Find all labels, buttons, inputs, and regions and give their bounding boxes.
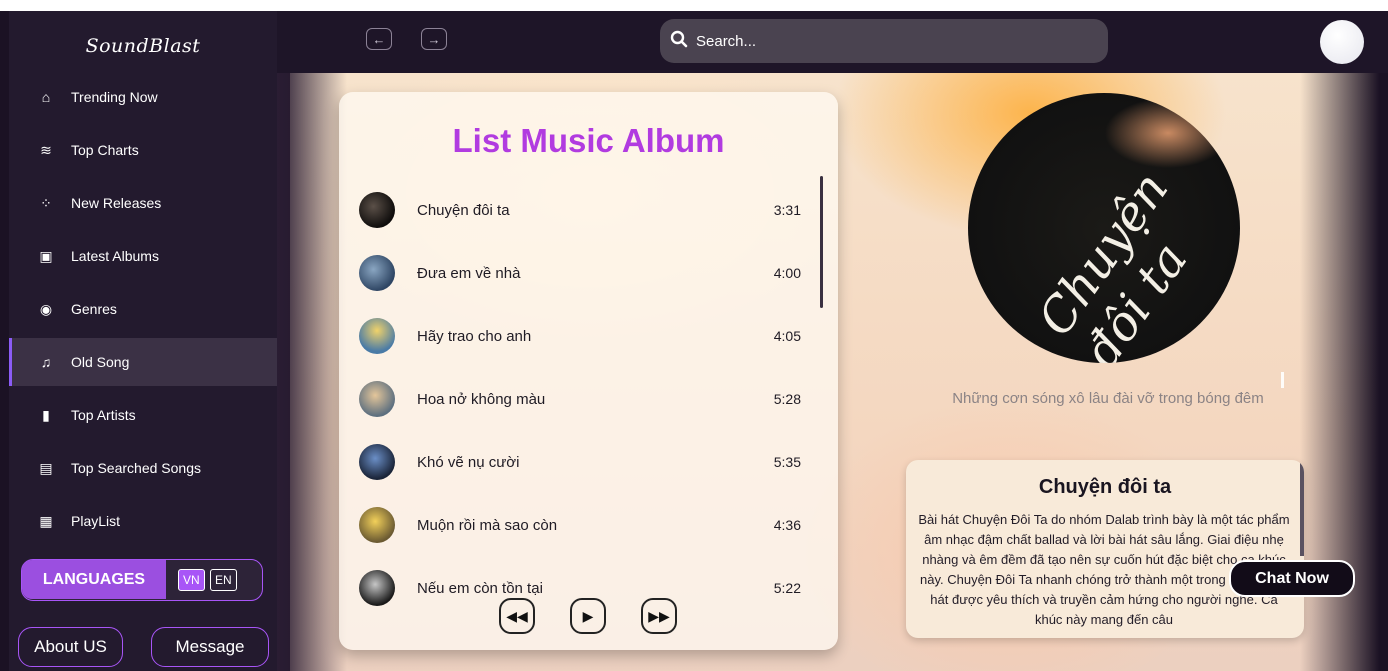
film-icon: ▦	[39, 512, 53, 529]
album-title: List Music Album	[452, 122, 725, 159]
song-thumbnail	[359, 318, 395, 354]
avatar[interactable]	[1320, 20, 1364, 64]
play-icon[interactable]: ▶	[570, 598, 606, 634]
chat-now-button[interactable]: Chat Now	[1229, 560, 1355, 597]
language-switcher: LANGUAGES VN EN	[21, 559, 263, 601]
sidebar-item-label: New Releases	[71, 195, 162, 211]
song-title: Hãy trao cho anh	[417, 327, 532, 345]
sidebar-item-trending-now[interactable]: ⌂ Trending Now	[9, 73, 277, 121]
app-logo[interactable]: SoundBlast	[9, 35, 277, 57]
sidebar-item-label: Trending Now	[71, 89, 158, 105]
album-list-card: List Music Album Chuyện đôi ta 3:31 Đưa …	[339, 92, 838, 650]
list-item[interactable]: Chuyện đôi ta 3:31	[339, 190, 809, 230]
list-item[interactable]: Đưa em về nhà 4:00	[339, 253, 809, 293]
scrollbar[interactable]	[1281, 372, 1284, 388]
song-title: Khó vẽ nụ cười	[417, 453, 520, 471]
keyboard-icon: ▤	[39, 459, 53, 476]
song-duration: 5:28	[773, 391, 801, 407]
song-duration: 4:00	[773, 265, 801, 281]
song-duration: 5:35	[773, 454, 801, 470]
song-title: Hoa nở không màu	[417, 390, 546, 408]
sidebar-item-label: Old Song	[71, 354, 130, 370]
song-duration: 3:31	[773, 202, 801, 218]
sidebar-item-label: Top Charts	[71, 142, 139, 158]
sidebar-item-label: Genres	[71, 301, 117, 317]
sidebar: SoundBlast ⌂ Trending Now ≋ Top Charts ⁘…	[9, 11, 277, 671]
sidebar-item-top-searched-songs[interactable]: ▤ Top Searched Songs	[9, 444, 277, 492]
sidebar-item-latest-albums[interactable]: ▣ Latest Albums	[9, 232, 277, 280]
song-thumbnail	[359, 507, 395, 543]
sidebar-item-genres[interactable]: ◉ Genres	[9, 285, 277, 333]
backdrop-fade	[277, 73, 347, 671]
sidebar-item-playlist[interactable]: ▦ PlayList	[9, 497, 277, 545]
sidebar-item-old-song[interactable]: ♫ Old Song	[9, 338, 277, 386]
record-icon: ◉	[39, 300, 53, 317]
previous-icon[interactable]: ◀◀	[499, 598, 535, 634]
top-strip	[0, 0, 1388, 11]
forward-arrow-icon[interactable]: →	[421, 28, 447, 50]
album-cover-disc: Chuyện đôi ta	[968, 93, 1240, 363]
song-thumbnail	[359, 381, 395, 417]
list-item[interactable]: Hoa nở không màu 5:28	[339, 379, 809, 419]
list-item[interactable]: Khó vẽ nụ cười 5:35	[339, 442, 809, 482]
song-thumbnail	[359, 444, 395, 480]
next-icon[interactable]: ▶▶	[641, 598, 677, 634]
song-info-title: Chuyện đôi ta	[1038, 476, 1172, 498]
sliders-icon: ≋	[40, 141, 52, 158]
song-duration: 4:36	[773, 517, 801, 533]
back-arrow-icon[interactable]: ←	[366, 28, 392, 50]
song-title: Nếu em còn tồn tại	[417, 579, 543, 597]
language-vn-button[interactable]: VN	[178, 569, 205, 591]
scrollbar[interactable]	[820, 176, 823, 308]
song-thumbnail	[359, 255, 395, 291]
sidebar-item-label: PlayList	[71, 513, 121, 529]
search-icon	[670, 30, 688, 52]
bar-chart-icon: ▮	[42, 406, 50, 423]
song-title: Đưa em về nhà	[417, 264, 521, 282]
album-icon: ▣	[39, 247, 53, 264]
list-item[interactable]: Muộn rồi mà sao còn 4:36	[339, 505, 809, 545]
language-en-button[interactable]: EN	[210, 569, 237, 591]
sidebar-item-new-releases[interactable]: ⁘ New Releases	[9, 179, 277, 227]
song-info-card: Chuyện đôi ta Bài hát Chuyện Đôi Ta do n…	[906, 460, 1304, 638]
song-title: Muộn rồi mà sao còn	[417, 516, 558, 534]
message-button[interactable]: Message	[151, 627, 269, 667]
sidebar-item-label: Top Searched Songs	[71, 460, 201, 476]
sidebar-item-label: Top Artists	[71, 407, 136, 423]
home-icon: ⌂	[41, 89, 51, 105]
scrollbar[interactable]	[1300, 460, 1304, 556]
sidebar-item-top-artists[interactable]: ▮ Top Artists	[9, 391, 277, 439]
search-input[interactable]: Search...	[660, 19, 1108, 63]
music-note-icon: ♫	[40, 354, 52, 370]
song-duration: 5:22	[773, 580, 801, 596]
sidebar-item-top-charts[interactable]: ≋ Top Charts	[9, 126, 277, 174]
song-thumbnail	[359, 192, 395, 228]
player-controls: ◀◀ ▶ ▶▶	[339, 598, 838, 638]
sidebar-item-label: Latest Albums	[71, 248, 159, 264]
song-title: Chuyện đôi ta	[417, 201, 510, 219]
search-placeholder: Search...	[696, 32, 757, 50]
list-item[interactable]: Hãy trao cho anh 4:05	[339, 316, 809, 356]
lyric-line: Những cơn sóng xô lâu đài vỡ trong bóng …	[952, 390, 1264, 407]
languages-label: LANGUAGES	[22, 560, 166, 599]
song-duration: 4:05	[773, 328, 801, 344]
spinner-icon: ⁘	[40, 194, 52, 211]
about-us-button[interactable]: About US	[18, 627, 123, 667]
